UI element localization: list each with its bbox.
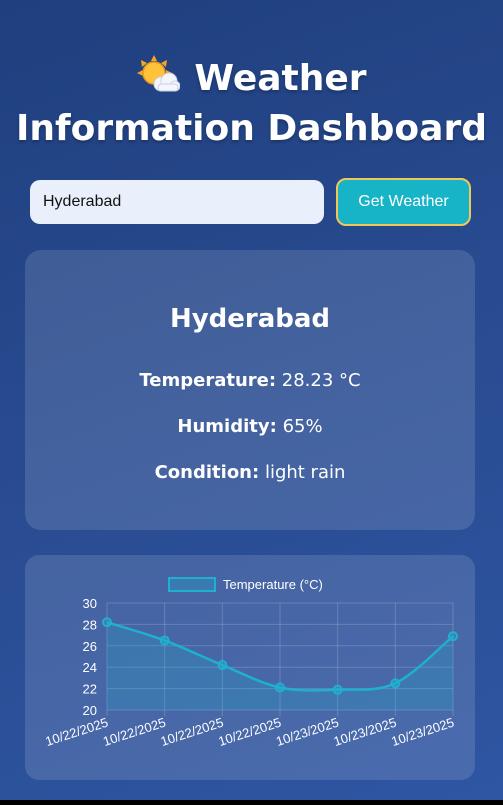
temperature-chart-card: 20 22 24 26 28 30 10/22/2025 10/22/2025 10/22/20… xyxy=(25,555,475,780)
page-title: Weather Information Dashboard xyxy=(0,54,503,154)
data-point xyxy=(159,635,170,646)
y-tick-label: 20 xyxy=(83,703,97,718)
legend-swatch xyxy=(168,577,216,592)
legend-label: Temperature (°C) xyxy=(223,577,323,592)
temperature-row: Temperature: 28.23 °C xyxy=(25,370,475,391)
x-tick-label: 10/22/2025 xyxy=(216,715,283,749)
title-line-1: Weather xyxy=(0,54,503,104)
city-name: Hyderabad xyxy=(169,304,331,334)
y-tick-label: 22 xyxy=(83,682,97,697)
x-tick-label: 10/23/2025 xyxy=(274,715,341,749)
data-point xyxy=(275,682,285,693)
y-tick-label: 28 xyxy=(83,617,97,632)
y-tick-label: 26 xyxy=(83,639,97,654)
city-search-input[interactable] xyxy=(30,180,324,224)
title-text-2: Information Dashboard xyxy=(16,108,487,149)
condition-row: Condition: light rain xyxy=(25,462,475,483)
weather-info-card: Hyderabad Temperature: 28.23 °C Humidity… xyxy=(25,250,475,530)
condition-value: light rain xyxy=(264,462,346,483)
sun-behind-cloud-icon xyxy=(137,55,181,92)
data-point xyxy=(390,678,401,689)
bottom-edge xyxy=(0,800,503,805)
data-point xyxy=(102,617,112,628)
y-tick-label: 24 xyxy=(83,660,97,675)
x-tick-label: 10/22/2025 xyxy=(159,715,226,749)
humidity-row: Humidity: 65% xyxy=(25,416,475,437)
x-tick-label: 10/23/2025 xyxy=(389,715,456,749)
data-point xyxy=(217,660,228,671)
temperature-value: 28.23 °C xyxy=(281,370,361,391)
get-weather-button[interactable]: Get Weather xyxy=(336,178,471,226)
humidity-value: 65% xyxy=(282,416,323,437)
condition-label: Condition: xyxy=(154,462,260,483)
x-tick-label: 10/23/2025 xyxy=(332,715,399,749)
data-point xyxy=(332,684,343,695)
x-tick-label: 10/22/2025 xyxy=(101,715,168,749)
temperature-label: Temperature: xyxy=(139,370,277,391)
x-tick-label: 10/22/2025 xyxy=(43,715,110,749)
temperature-chart: 20222426283010/22/202510/22/202510/22/20… xyxy=(43,577,458,749)
data-point xyxy=(448,631,458,642)
title-text-1: Weather xyxy=(194,58,367,99)
humidity-label: Humidity: xyxy=(177,416,277,437)
y-tick-label: 30 xyxy=(83,596,97,611)
